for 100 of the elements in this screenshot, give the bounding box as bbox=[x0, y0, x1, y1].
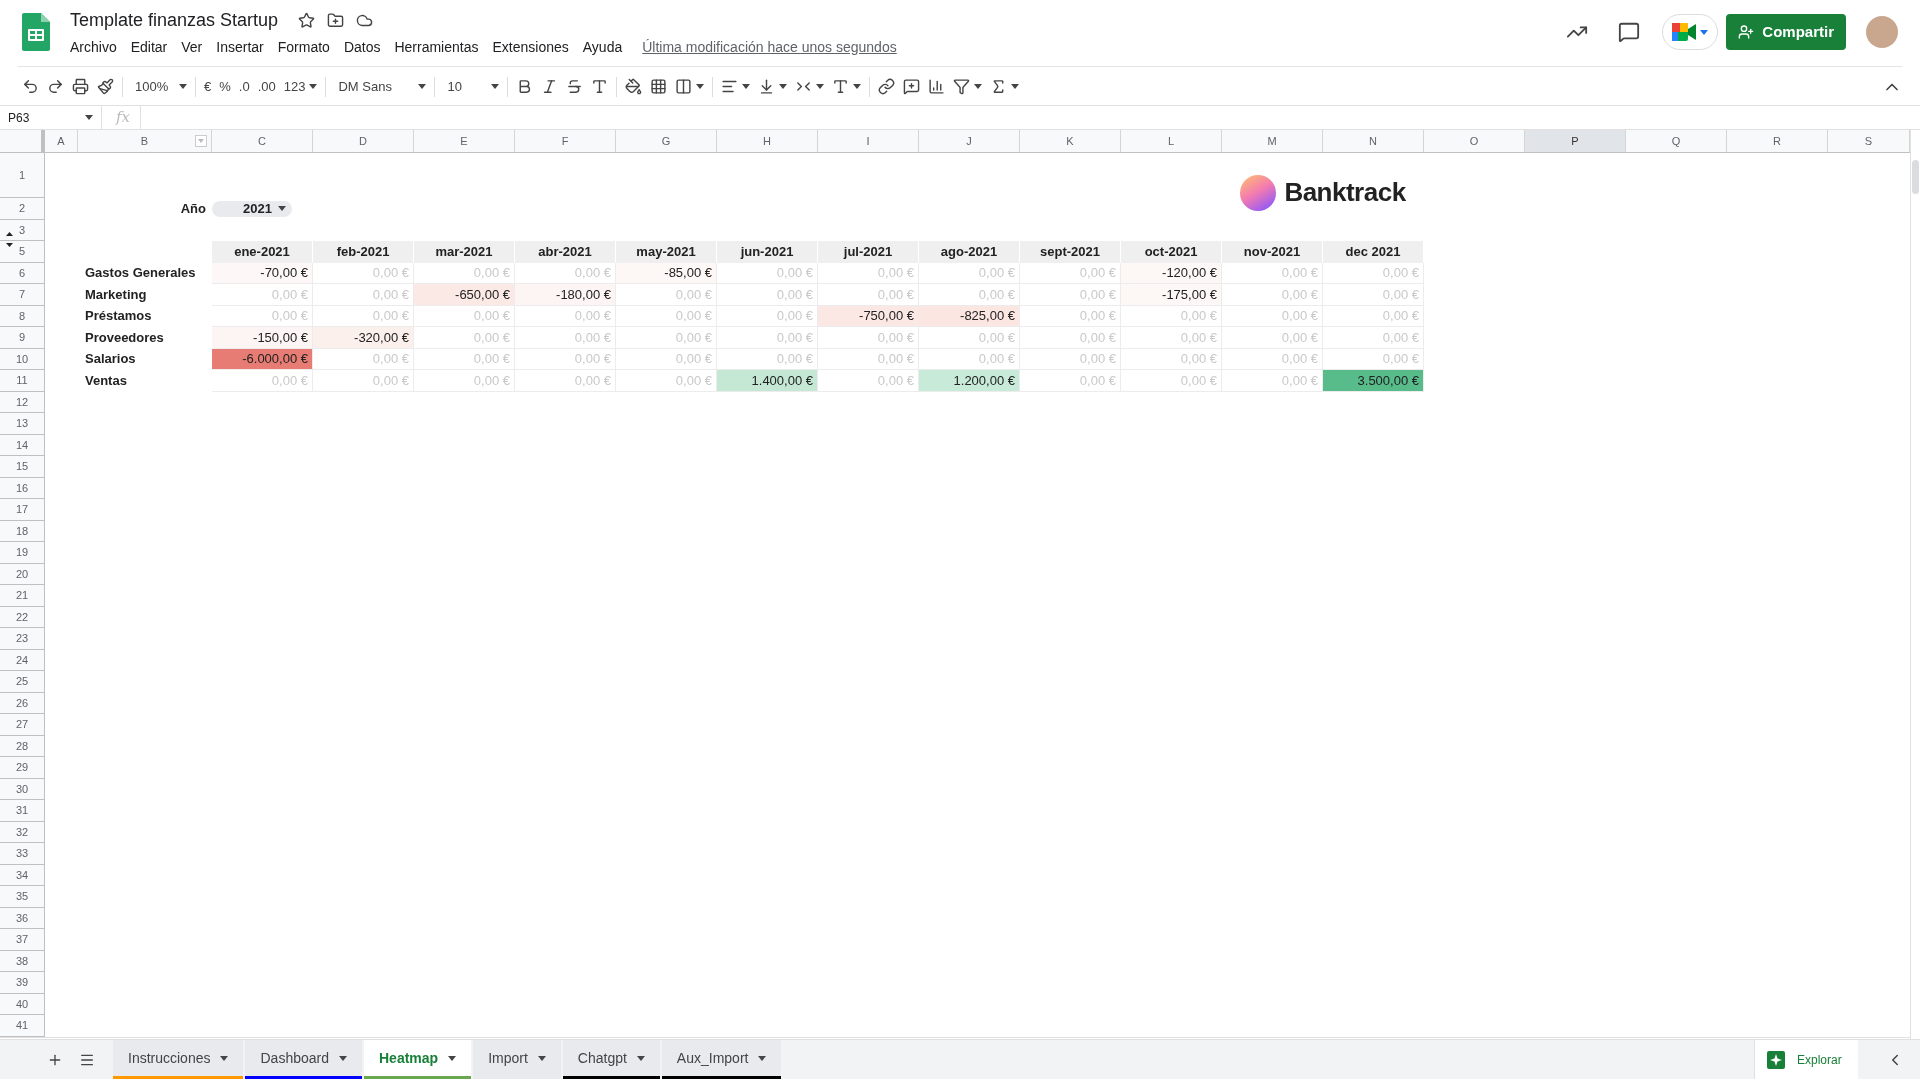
row-number[interactable]: 34 bbox=[0, 864, 45, 886]
more-formats-dropdown[interactable]: 123 bbox=[279, 72, 322, 101]
row-number[interactable]: 11 bbox=[0, 370, 45, 392]
column-header[interactable]: G bbox=[616, 130, 717, 152]
folder-add-icon[interactable] bbox=[327, 11, 345, 29]
row-number[interactable]: 20 bbox=[0, 563, 45, 585]
zoom-dropdown[interactable]: 100% bbox=[131, 72, 191, 101]
column-header[interactable]: H bbox=[717, 130, 818, 152]
menu-item[interactable]: Insertar bbox=[216, 36, 264, 58]
menu-item[interactable]: Ver bbox=[181, 36, 203, 58]
sheet-tab[interactable]: Heatmap bbox=[364, 1040, 472, 1079]
row-number[interactable]: 26 bbox=[0, 692, 45, 714]
row-number[interactable]: 16 bbox=[0, 477, 45, 499]
month-header: nov-2021 bbox=[1222, 241, 1323, 263]
font-size-dropdown[interactable]: 10 bbox=[443, 72, 504, 101]
expand-rows-icon[interactable] bbox=[6, 231, 13, 236]
decrease-decimals-button[interactable]: .0 bbox=[234, 72, 254, 101]
row-number[interactable]: 36 bbox=[0, 907, 45, 929]
sheet-tab[interactable]: Import bbox=[473, 1040, 561, 1079]
spreadsheet-logo-icon[interactable] bbox=[22, 13, 50, 51]
menu-item[interactable]: Extensiones bbox=[492, 36, 569, 58]
sheet-tab[interactable]: Chatgpt bbox=[562, 1040, 660, 1079]
column-header[interactable]: D bbox=[313, 130, 414, 152]
row-number[interactable]: 12 bbox=[0, 391, 45, 413]
row-number[interactable]: 15 bbox=[0, 456, 45, 478]
name-box[interactable]: P63 bbox=[0, 106, 102, 129]
value-cell: -825,00 € bbox=[919, 305, 1020, 327]
row-number[interactable]: 18 bbox=[0, 520, 45, 542]
column-header[interactable]: J bbox=[919, 130, 1020, 152]
collapse-rows-icon[interactable] bbox=[6, 243, 13, 247]
document-title[interactable]: Template finanzas Startup bbox=[70, 6, 279, 34]
column-header[interactable]: P bbox=[1525, 130, 1626, 152]
row-number[interactable]: 5 bbox=[0, 241, 45, 263]
row-number[interactable]: 1 bbox=[0, 153, 45, 198]
row-number[interactable]: 8 bbox=[0, 305, 45, 327]
menu-item[interactable]: Editar bbox=[130, 36, 168, 58]
row-number[interactable]: 22 bbox=[0, 606, 45, 628]
row-number[interactable]: 3 bbox=[0, 219, 45, 241]
row-number[interactable]: 2 bbox=[0, 198, 45, 220]
column-header[interactable]: E bbox=[414, 130, 515, 152]
row-number[interactable]: 40 bbox=[0, 993, 45, 1015]
row-number[interactable]: 9 bbox=[0, 327, 45, 349]
row-number[interactable]: 41 bbox=[0, 1015, 45, 1037]
sheet-tab[interactable]: Instrucciones bbox=[113, 1040, 244, 1079]
value-cell: 1.200,00 € bbox=[919, 370, 1020, 392]
sheet-tab[interactable]: Aux_Import bbox=[661, 1040, 782, 1079]
row-number[interactable]: 29 bbox=[0, 757, 45, 779]
menu-item[interactable]: Formato bbox=[277, 36, 330, 58]
column-header[interactable]: S bbox=[1828, 130, 1910, 152]
column-header[interactable]: M bbox=[1222, 130, 1323, 152]
row-number[interactable]: 7 bbox=[0, 284, 45, 306]
row-number[interactable]: 37 bbox=[0, 929, 45, 951]
year-dropdown[interactable]: 2021 bbox=[212, 200, 292, 217]
row-number[interactable]: 23 bbox=[0, 628, 45, 650]
row-number[interactable]: 27 bbox=[0, 714, 45, 736]
column-header[interactable]: N bbox=[1323, 130, 1424, 152]
currency-button[interactable]: € bbox=[200, 72, 216, 101]
row-number[interactable]: 25 bbox=[0, 671, 45, 693]
row-number[interactable]: 24 bbox=[0, 649, 45, 671]
menu-item[interactable]: Herramientas bbox=[394, 36, 479, 58]
menu-item[interactable]: Archivo bbox=[70, 36, 117, 58]
row-number[interactable]: 17 bbox=[0, 499, 45, 521]
column-header[interactable]: F bbox=[515, 130, 616, 152]
row-number[interactable]: 14 bbox=[0, 434, 45, 456]
menu-item[interactable]: Datos bbox=[343, 36, 381, 58]
row-number[interactable]: 19 bbox=[0, 542, 45, 564]
column-header[interactable]: L bbox=[1121, 130, 1222, 152]
sheet-tab[interactable]: Dashboard bbox=[245, 1040, 362, 1079]
row-number[interactable]: 30 bbox=[0, 778, 45, 800]
vertical-scrollbar[interactable] bbox=[1912, 160, 1919, 194]
column-header[interactable]: C bbox=[212, 130, 313, 152]
column-header[interactable]: B bbox=[78, 130, 212, 152]
last-edit-link[interactable]: Última modificación hace unos segundos bbox=[642, 36, 897, 58]
percent-button[interactable]: % bbox=[215, 72, 235, 101]
star-icon[interactable] bbox=[298, 11, 316, 29]
row-number[interactable]: 33 bbox=[0, 843, 45, 865]
row-number[interactable]: 13 bbox=[0, 413, 45, 435]
column-header[interactable]: Q bbox=[1626, 130, 1727, 152]
column-header[interactable]: I bbox=[818, 130, 919, 152]
row-number[interactable]: 39 bbox=[0, 972, 45, 994]
row-number[interactable]: 6 bbox=[0, 262, 45, 284]
row-number[interactable]: 31 bbox=[0, 800, 45, 822]
caret-icon bbox=[278, 206, 286, 212]
comment-icon[interactable] bbox=[1618, 21, 1641, 43]
row-number[interactable]: 10 bbox=[0, 348, 45, 370]
row-number[interactable]: 28 bbox=[0, 735, 45, 757]
row-number[interactable]: 32 bbox=[0, 821, 45, 843]
person-icon bbox=[1738, 24, 1755, 40]
row-number[interactable]: 35 bbox=[0, 886, 45, 908]
value-cell: -150,00 € bbox=[212, 327, 313, 349]
menu-item[interactable]: Ayuda bbox=[582, 36, 623, 58]
share-button[interactable]: Compartir bbox=[1726, 14, 1846, 50]
increase-decimals-button[interactable]: .00 bbox=[253, 72, 280, 101]
row-number[interactable]: 38 bbox=[0, 950, 45, 972]
font-dropdown[interactable]: DM Sans bbox=[334, 72, 431, 101]
explore-button[interactable]: Explorar bbox=[1754, 1040, 1858, 1079]
column-header[interactable]: R bbox=[1727, 130, 1828, 152]
row-number[interactable]: 21 bbox=[0, 585, 45, 607]
column-header[interactable]: K bbox=[1020, 130, 1121, 152]
column-header[interactable]: A bbox=[45, 130, 78, 152]
